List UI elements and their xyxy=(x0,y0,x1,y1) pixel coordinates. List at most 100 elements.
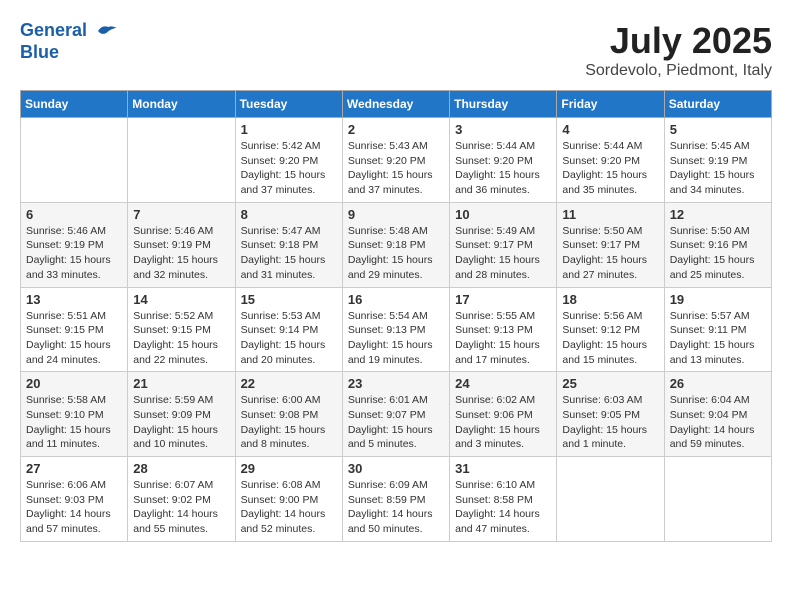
day-number: 10 xyxy=(455,207,551,222)
day-number: 17 xyxy=(455,292,551,307)
day-number: 11 xyxy=(562,207,658,222)
day-detail: Sunrise: 5:55 AMSunset: 9:13 PMDaylight:… xyxy=(455,309,551,368)
day-number: 20 xyxy=(26,376,122,391)
day-detail: Sunrise: 5:59 AMSunset: 9:09 PMDaylight:… xyxy=(133,393,229,452)
calendar-cell: 10 Sunrise: 5:49 AMSunset: 9:17 PMDayligh… xyxy=(450,202,557,287)
day-number: 23 xyxy=(348,376,444,391)
day-detail: Sunrise: 6:00 AMSunset: 9:08 PMDaylight:… xyxy=(241,393,337,452)
header-sunday: Sunday xyxy=(21,91,128,118)
day-number: 30 xyxy=(348,461,444,476)
calendar-cell xyxy=(21,118,128,203)
day-detail: Sunrise: 5:43 AMSunset: 9:20 PMDaylight:… xyxy=(348,139,444,198)
day-number: 18 xyxy=(562,292,658,307)
day-detail: Sunrise: 6:09 AMSunset: 8:59 PMDaylight:… xyxy=(348,478,444,537)
day-detail: Sunrise: 5:44 AMSunset: 9:20 PMDaylight:… xyxy=(455,139,551,198)
header-saturday: Saturday xyxy=(664,91,771,118)
calendar-cell: 13 Sunrise: 5:51 AMSunset: 9:15 PMDayligh… xyxy=(21,287,128,372)
day-detail: Sunrise: 6:10 AMSunset: 8:58 PMDaylight:… xyxy=(455,478,551,537)
day-number: 25 xyxy=(562,376,658,391)
day-detail: Sunrise: 5:45 AMSunset: 9:19 PMDaylight:… xyxy=(670,139,766,198)
header-tuesday: Tuesday xyxy=(235,91,342,118)
title-block: July 2025 Sordevolo, Piedmont, Italy xyxy=(585,20,772,80)
calendar-cell: 22 Sunrise: 6:00 AMSunset: 9:08 PMDayligh… xyxy=(235,372,342,457)
day-number: 21 xyxy=(133,376,229,391)
day-detail: Sunrise: 5:54 AMSunset: 9:13 PMDaylight:… xyxy=(348,309,444,368)
calendar-cell: 23 Sunrise: 6:01 AMSunset: 9:07 PMDayligh… xyxy=(342,372,449,457)
day-number: 9 xyxy=(348,207,444,222)
calendar-cell: 29 Sunrise: 6:08 AMSunset: 9:00 PMDayligh… xyxy=(235,457,342,542)
day-number: 15 xyxy=(241,292,337,307)
calendar-cell: 6 Sunrise: 5:46 AMSunset: 9:19 PMDaylight… xyxy=(21,202,128,287)
day-detail: Sunrise: 5:51 AMSunset: 9:15 PMDaylight:… xyxy=(26,309,122,368)
calendar-cell: 12 Sunrise: 5:50 AMSunset: 9:16 PMDayligh… xyxy=(664,202,771,287)
day-detail: Sunrise: 5:57 AMSunset: 9:11 PMDaylight:… xyxy=(670,309,766,368)
day-number: 31 xyxy=(455,461,551,476)
day-detail: Sunrise: 6:08 AMSunset: 9:00 PMDaylight:… xyxy=(241,478,337,537)
calendar-cell: 27Sunrise: 6:06 AMSunset: 9:03 PMDayligh… xyxy=(21,457,128,542)
day-detail: Sunrise: 6:06 AMSunset: 9:03 PMDaylight:… xyxy=(26,478,122,537)
calendar-cell: 4Sunrise: 5:44 AMSunset: 9:20 PMDaylight… xyxy=(557,118,664,203)
day-detail: Sunrise: 5:50 AMSunset: 9:16 PMDaylight:… xyxy=(670,224,766,283)
calendar-cell: 9 Sunrise: 5:48 AMSunset: 9:18 PMDaylight… xyxy=(342,202,449,287)
day-detail: Sunrise: 5:52 AMSunset: 9:15 PMDaylight:… xyxy=(133,309,229,368)
calendar-cell: 3 Sunrise: 5:44 AMSunset: 9:20 PMDaylight… xyxy=(450,118,557,203)
day-detail: Sunrise: 6:02 AMSunset: 9:06 PMDaylight:… xyxy=(455,393,551,452)
calendar-cell: 7 Sunrise: 5:46 AMSunset: 9:19 PMDaylight… xyxy=(128,202,235,287)
calendar-cell: 1Sunrise: 5:42 AMSunset: 9:20 PMDaylight… xyxy=(235,118,342,203)
calendar-cell: 21 Sunrise: 5:59 AMSunset: 9:09 PMDayligh… xyxy=(128,372,235,457)
header-wednesday: Wednesday xyxy=(342,91,449,118)
calendar-cell: 8 Sunrise: 5:47 AMSunset: 9:18 PMDaylight… xyxy=(235,202,342,287)
calendar-cell: 20 Sunrise: 5:58 AMSunset: 9:10 PMDayligh… xyxy=(21,372,128,457)
day-detail: Sunrise: 5:56 AMSunset: 9:12 PMDaylight:… xyxy=(562,309,658,368)
calendar-cell xyxy=(128,118,235,203)
calendar-cell: 14 Sunrise: 5:52 AMSunset: 9:15 PMDayligh… xyxy=(128,287,235,372)
calendar-cell: 25Sunrise: 6:03 AMSunset: 9:05 PMDayligh… xyxy=(557,372,664,457)
day-number: 24 xyxy=(455,376,551,391)
day-number: 6 xyxy=(26,207,122,222)
day-number: 16 xyxy=(348,292,444,307)
day-number: 12 xyxy=(670,207,766,222)
day-detail: Sunrise: 5:48 AMSunset: 9:18 PMDaylight:… xyxy=(348,224,444,283)
calendar-week-3: 13 Sunrise: 5:51 AMSunset: 9:15 PMDayligh… xyxy=(21,287,772,372)
header-monday: Monday xyxy=(128,91,235,118)
day-detail: Sunrise: 5:58 AMSunset: 9:10 PMDaylight:… xyxy=(26,393,122,452)
day-number: 26 xyxy=(670,376,766,391)
calendar-cell xyxy=(664,457,771,542)
calendar-cell: 18 Sunrise: 5:56 AMSunset: 9:12 PMDayligh… xyxy=(557,287,664,372)
calendar-cell: 15 Sunrise: 5:53 AMSunset: 9:14 PMDayligh… xyxy=(235,287,342,372)
calendar-cell xyxy=(557,457,664,542)
header-friday: Friday xyxy=(557,91,664,118)
calendar-table: SundayMondayTuesdayWednesdayThursdayFrid… xyxy=(20,90,772,542)
day-number: 29 xyxy=(241,461,337,476)
calendar-cell: 16 Sunrise: 5:54 AMSunset: 9:13 PMDayligh… xyxy=(342,287,449,372)
day-number: 8 xyxy=(241,207,337,222)
day-number: 3 xyxy=(455,122,551,137)
day-detail: Sunrise: 5:46 AMSunset: 9:19 PMDaylight:… xyxy=(26,224,122,283)
header-thursday: Thursday xyxy=(450,91,557,118)
day-detail: Sunrise: 5:46 AMSunset: 9:19 PMDaylight:… xyxy=(133,224,229,283)
day-number: 13 xyxy=(26,292,122,307)
day-number: 7 xyxy=(133,207,229,222)
calendar-week-5: 27Sunrise: 6:06 AMSunset: 9:03 PMDayligh… xyxy=(21,457,772,542)
calendar-cell: 26 Sunrise: 6:04 AMSunset: 9:04 PMDayligh… xyxy=(664,372,771,457)
calendar-week-1: 1Sunrise: 5:42 AMSunset: 9:20 PMDaylight… xyxy=(21,118,772,203)
day-detail: Sunrise: 5:53 AMSunset: 9:14 PMDaylight:… xyxy=(241,309,337,368)
day-number: 5 xyxy=(670,122,766,137)
day-detail: Sunrise: 6:04 AMSunset: 9:04 PMDaylight:… xyxy=(670,393,766,452)
day-detail: Sunrise: 6:01 AMSunset: 9:07 PMDaylight:… xyxy=(348,393,444,452)
day-number: 28 xyxy=(133,461,229,476)
day-number: 1 xyxy=(241,122,337,137)
day-detail: Sunrise: 5:47 AMSunset: 9:18 PMDaylight:… xyxy=(241,224,337,283)
day-number: 22 xyxy=(241,376,337,391)
calendar-cell: 11Sunrise: 5:50 AMSunset: 9:17 PMDayligh… xyxy=(557,202,664,287)
calendar-week-4: 20 Sunrise: 5:58 AMSunset: 9:10 PMDayligh… xyxy=(21,372,772,457)
logo-text: General xyxy=(20,20,118,42)
day-number: 14 xyxy=(133,292,229,307)
day-detail: Sunrise: 5:44 AMSunset: 9:20 PMDaylight:… xyxy=(562,139,658,198)
calendar-cell: 2Sunrise: 5:43 AMSunset: 9:20 PMDaylight… xyxy=(342,118,449,203)
calendar-cell: 28 Sunrise: 6:07 AMSunset: 9:02 PMDayligh… xyxy=(128,457,235,542)
day-number: 19 xyxy=(670,292,766,307)
location-title: Sordevolo, Piedmont, Italy xyxy=(585,62,772,80)
day-detail: Sunrise: 6:07 AMSunset: 9:02 PMDaylight:… xyxy=(133,478,229,537)
day-detail: Sunrise: 5:49 AMSunset: 9:17 PMDaylight:… xyxy=(455,224,551,283)
